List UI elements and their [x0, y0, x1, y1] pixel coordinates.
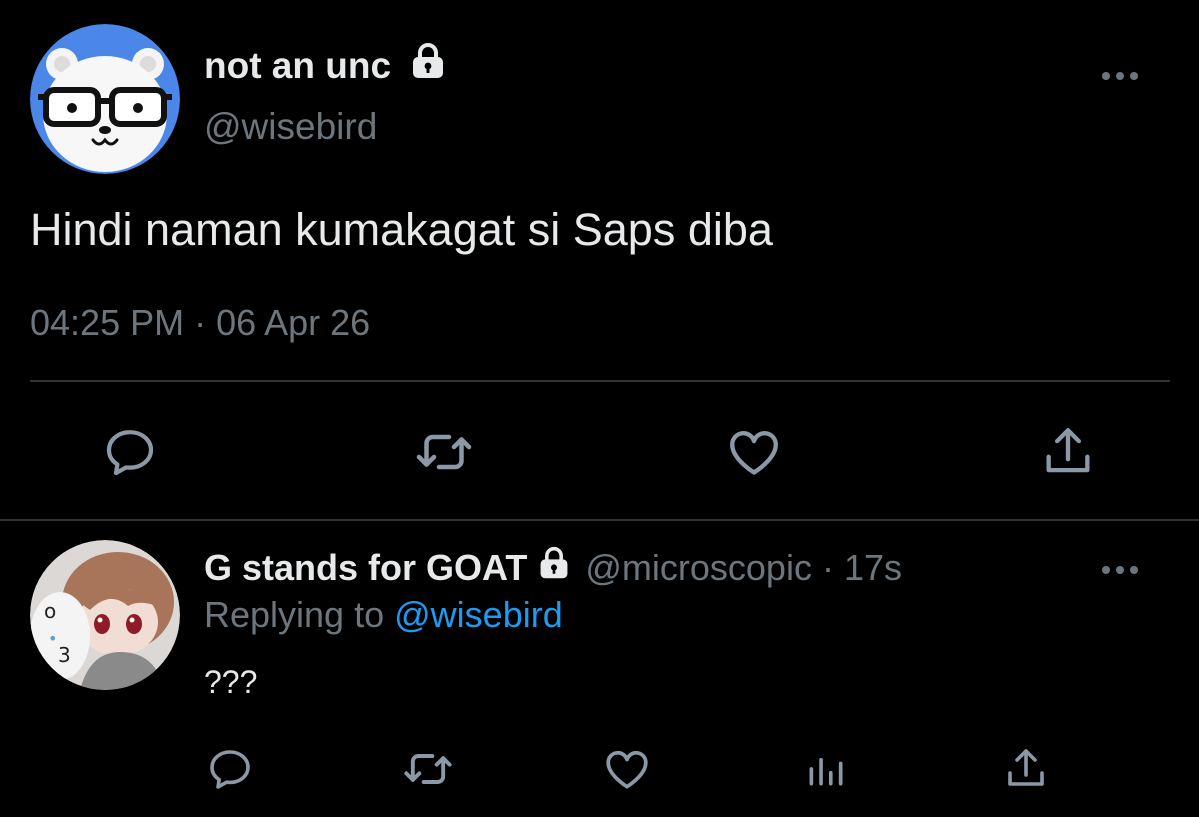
svg-text:o: o — [44, 599, 56, 623]
display-name-text: not an unc — [204, 44, 392, 86]
retweet-icon — [404, 754, 452, 784]
reply-handle[interactable]: @microscopic — [585, 547, 812, 589]
reply-more-options-icon[interactable] — [1101, 562, 1139, 574]
reply-header: G stands for GOAT @microscopic · 17s — [204, 546, 902, 589]
replying-to: Replying to @wisebird — [204, 594, 563, 636]
lock-icon — [537, 546, 571, 589]
replying-to-prefix: Replying to — [204, 594, 385, 635]
handle[interactable]: @wisebird — [204, 106, 377, 148]
analytics-icon — [809, 758, 843, 786]
tweet-text: Hindi naman kumakagat si Saps diba — [30, 204, 773, 255]
reply-icon — [210, 750, 250, 789]
like-button[interactable] — [724, 422, 784, 482]
reply-share-button[interactable] — [996, 739, 1056, 799]
retweet-icon — [416, 434, 472, 470]
divider — [30, 380, 1170, 382]
like-icon — [730, 431, 778, 475]
reply-like-button[interactable] — [597, 739, 657, 799]
reply-avatar[interactable]: o • 3 — [30, 540, 180, 690]
reply-actions — [0, 742, 1199, 796]
polar-bear-glasses-avatar-icon — [30, 24, 180, 174]
like-icon — [606, 750, 648, 789]
reply-analytics-button[interactable] — [796, 739, 856, 799]
share-icon — [1008, 749, 1044, 786]
anime-figure-avatar-icon: o • 3 — [30, 540, 180, 690]
lock-icon — [409, 42, 447, 89]
reply-display-name[interactable]: G stands for GOAT — [204, 547, 527, 589]
svg-text:•: • — [48, 629, 57, 648]
reply-retweet-button[interactable] — [398, 739, 458, 799]
display-name[interactable]: not an unc — [204, 42, 447, 89]
retweet-button[interactable] — [414, 422, 474, 482]
tweet-detail-view: not an unc @wisebird Hindi naman kumakag… — [0, 0, 1199, 817]
reply-text: ??? — [204, 664, 258, 700]
tweet-timestamp[interactable]: 04:25 PM · 06 Apr 26 — [30, 302, 370, 344]
reply-button[interactable] — [100, 422, 160, 482]
reply-time[interactable]: 17s — [844, 547, 902, 589]
separator-dot: · — [821, 546, 834, 588]
share-button[interactable] — [1038, 422, 1098, 482]
svg-text:3: 3 — [58, 643, 71, 667]
more-options-icon[interactable] — [1101, 68, 1139, 80]
reply-reply-button[interactable] — [200, 739, 260, 799]
tweet-actions — [0, 422, 1199, 482]
share-icon — [1046, 428, 1090, 473]
divider — [0, 519, 1199, 521]
replying-to-link[interactable]: @wisebird — [394, 594, 563, 635]
reply-icon — [106, 430, 154, 476]
avatar[interactable] — [30, 24, 180, 174]
